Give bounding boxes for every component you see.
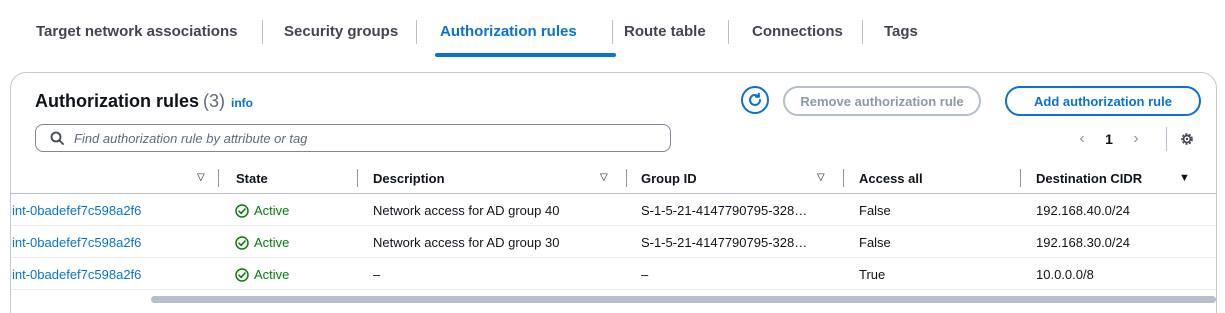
column-header-description[interactable]: Description — [373, 171, 445, 186]
state-label: Active — [254, 267, 290, 282]
column-header-access-all[interactable]: Access all — [859, 171, 923, 186]
access-all-cell: False — [859, 203, 891, 218]
tab-authorization-rules[interactable]: Authorization rules — [440, 0, 577, 56]
horizontal-scrollbar[interactable] — [151, 296, 1216, 303]
sort-icon[interactable]: ▽ — [600, 172, 608, 183]
previous-page-button[interactable]: ‹ — [1071, 130, 1093, 148]
tab-route-table[interactable]: Route table — [624, 0, 706, 56]
authorization-rules-panel: Authorization rules (3) info Remove author… — [10, 72, 1217, 313]
column-divider[interactable] — [218, 169, 219, 187]
sort-descending-icon[interactable]: ▼ — [1179, 172, 1190, 184]
state-status: Active — [235, 267, 289, 282]
active-tab-indicator — [435, 53, 616, 57]
tab-tags[interactable]: Tags — [884, 0, 918, 56]
column-divider[interactable] — [843, 169, 844, 187]
column-header-state[interactable]: State — [236, 171, 268, 186]
tab-security-groups[interactable]: Security groups — [284, 0, 398, 56]
search-input[interactable] — [72, 129, 656, 147]
column-header-group-id[interactable]: Group ID — [641, 171, 697, 186]
destination-cidr-cell: 192.168.30.0/24 — [1036, 235, 1130, 250]
tab-divider — [262, 20, 263, 44]
next-page-button[interactable]: › — [1125, 130, 1147, 148]
panel-title: Authorization rules (3) info — [35, 91, 253, 112]
endpoint-link[interactable]: int-0badefef7c598a2f6 — [12, 267, 141, 282]
search-box — [35, 124, 671, 152]
refresh-button[interactable] — [741, 86, 769, 114]
state-status: Active — [235, 203, 289, 218]
group-id-cell: – — [641, 267, 649, 282]
tab-divider — [862, 20, 863, 44]
table-row: int-0badefef7c598a2f6 Active Network acc… — [11, 226, 1216, 258]
access-all-cell: False — [859, 235, 891, 250]
scrollbar-thumb[interactable] — [151, 296, 1216, 303]
column-divider[interactable] — [1020, 169, 1021, 187]
remove-authorization-rule-button[interactable]: Remove authorization rule — [783, 86, 981, 116]
refresh-icon — [749, 92, 761, 106]
current-page[interactable]: 1 — [1093, 131, 1125, 147]
tab-bar: Target network associations Security gro… — [16, 0, 1216, 58]
check-circle-icon — [235, 203, 249, 218]
destination-cidr-cell: 10.0.0.0/8 — [1036, 267, 1094, 282]
add-authorization-rule-button[interactable]: Add authorization rule — [1005, 86, 1201, 116]
state-label: Active — [254, 235, 290, 250]
pagination: ‹ 1 › — [1071, 128, 1165, 150]
table-header: ▽ State Description ▽ Group ID ▽ Access … — [11, 165, 1216, 194]
group-id-cell: S-1-5-21-4147790795-328… — [641, 235, 808, 250]
table-row: int-0badefef7c598a2f6 Active – – True 10… — [11, 258, 1216, 290]
description-cell: Network access for AD group 30 — [373, 235, 560, 250]
description-cell: – — [373, 267, 381, 282]
search-icon — [50, 131, 64, 145]
tab-divider — [728, 20, 729, 44]
access-all-cell: True — [859, 267, 886, 282]
info-link[interactable]: info — [231, 96, 253, 110]
rule-count: (3) — [203, 91, 226, 111]
state-label: Active — [254, 203, 290, 218]
table-row: int-0badefef7c598a2f6 Active Network acc… — [11, 194, 1216, 226]
state-status: Active — [235, 235, 289, 250]
endpoint-link[interactable]: int-0badefef7c598a2f6 — [12, 203, 141, 218]
tab-divider — [416, 20, 417, 44]
column-divider[interactable] — [626, 169, 627, 187]
gear-icon[interactable] — [1179, 131, 1195, 147]
sort-icon[interactable]: ▽ — [197, 172, 205, 183]
column-header-destination-cidr[interactable]: Destination CIDR — [1036, 171, 1142, 186]
sort-icon[interactable]: ▽ — [817, 172, 825, 183]
tab-divider — [612, 20, 613, 44]
check-circle-icon — [235, 267, 249, 282]
tab-connections[interactable]: Connections — [752, 0, 843, 56]
column-divider[interactable] — [357, 169, 358, 187]
check-circle-icon — [235, 235, 249, 250]
destination-cidr-cell: 192.168.40.0/24 — [1036, 203, 1130, 218]
pager-divider — [1166, 127, 1167, 151]
tab-target-network-associations[interactable]: Target network associations — [36, 0, 237, 56]
group-id-cell: S-1-5-21-4147790795-328… — [641, 203, 808, 218]
description-cell: Network access for AD group 40 — [373, 203, 560, 218]
endpoint-link[interactable]: int-0badefef7c598a2f6 — [12, 235, 141, 250]
panel-title-text: Authorization rules — [35, 91, 200, 111]
